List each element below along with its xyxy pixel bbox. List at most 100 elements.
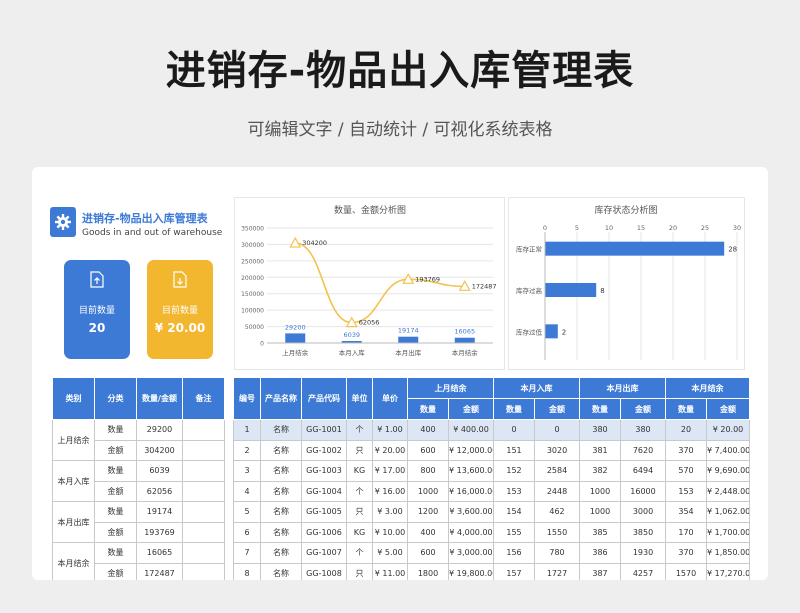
- note-cell[interactable]: [182, 521, 225, 543]
- table-cell[interactable]: ¥ 19,800.00: [448, 562, 494, 580]
- table-cell[interactable]: KG: [346, 460, 373, 482]
- table-cell[interactable]: ¥ 2,448.00: [706, 480, 750, 502]
- table-cell[interactable]: 2584: [534, 460, 580, 482]
- table-cell[interactable]: 152: [493, 460, 535, 482]
- table-cell[interactable]: 7620: [620, 439, 666, 461]
- table-row[interactable]: 4 名称 GG-1004 个 ¥ 16.00 1000 ¥ 16,000.00 153 2448…: [233, 480, 750, 502]
- table-cell[interactable]: ¥ 1,850.00: [706, 542, 750, 564]
- table-cell[interactable]: 名称: [260, 501, 302, 523]
- table-cell[interactable]: 6494: [620, 460, 666, 482]
- table-cell[interactable]: 名称: [260, 521, 302, 543]
- table-row[interactable]: 5 名称 GG-1005 只 ¥ 3.00 1200 ¥ 3,600.00 154 462 100…: [233, 501, 750, 523]
- table-cell[interactable]: ¥ 3,600.00: [448, 501, 494, 523]
- table-cell[interactable]: 354: [665, 501, 707, 523]
- table-cell[interactable]: 1000: [407, 480, 449, 502]
- table-cell[interactable]: ¥ 7,400.00: [706, 439, 750, 461]
- table-cell[interactable]: ¥ 10.00: [372, 521, 408, 543]
- table-cell[interactable]: ¥ 5.00: [372, 542, 408, 564]
- table-cell[interactable]: GG-1006: [301, 521, 347, 543]
- table-row[interactable]: 3 名称 GG-1003 KG ¥ 17.00 800 ¥ 13,600.00 152 2584…: [233, 460, 750, 482]
- table-cell[interactable]: 个: [346, 542, 373, 564]
- table-cell[interactable]: 380: [620, 419, 666, 441]
- table-cell[interactable]: GG-1005: [301, 501, 347, 523]
- table-cell[interactable]: 4: [233, 480, 261, 502]
- table-cell[interactable]: 386: [579, 542, 621, 564]
- table-cell[interactable]: 570: [665, 460, 707, 482]
- table-cell[interactable]: 1727: [534, 562, 580, 580]
- table-cell[interactable]: 0: [534, 419, 580, 441]
- table-cell[interactable]: 1930: [620, 542, 666, 564]
- table-row[interactable]: 6 名称 GG-1006 KG ¥ 10.00 400 ¥ 4,000.00 155 1550 3…: [233, 521, 750, 543]
- note-cell[interactable]: [182, 419, 225, 441]
- table-cell[interactable]: 2448: [534, 480, 580, 502]
- table-cell[interactable]: ¥ 11.00: [372, 562, 408, 580]
- table-cell[interactable]: 1550: [534, 521, 580, 543]
- table-cell[interactable]: ¥ 17,270.00: [706, 562, 750, 580]
- table-cell[interactable]: 3020: [534, 439, 580, 461]
- table-cell[interactable]: GG-1007: [301, 542, 347, 564]
- table-cell[interactable]: 387: [579, 562, 621, 580]
- table-cell[interactable]: 7: [233, 542, 261, 564]
- table-cell[interactable]: 1000: [579, 480, 621, 502]
- table-cell[interactable]: GG-1003: [301, 460, 347, 482]
- table-cell[interactable]: 151: [493, 439, 535, 461]
- table-cell[interactable]: 170: [665, 521, 707, 543]
- table-cell[interactable]: ¥ 17.00: [372, 460, 408, 482]
- table-cell[interactable]: ¥ 1,700.00: [706, 521, 750, 543]
- table-cell[interactable]: ¥ 13,600.00: [448, 460, 494, 482]
- table-cell[interactable]: GG-1001: [301, 419, 347, 441]
- table-cell[interactable]: 381: [579, 439, 621, 461]
- table-cell[interactable]: 382: [579, 460, 621, 482]
- table-cell[interactable]: 153: [665, 480, 707, 502]
- table-cell[interactable]: 个: [346, 480, 373, 502]
- table-cell[interactable]: ¥ 3.00: [372, 501, 408, 523]
- table-cell[interactable]: 600: [407, 542, 449, 564]
- table-cell[interactable]: 1200: [407, 501, 449, 523]
- table-cell[interactable]: 400: [407, 419, 449, 441]
- table-cell[interactable]: 20: [665, 419, 707, 441]
- table-cell[interactable]: 名称: [260, 562, 302, 580]
- note-cell[interactable]: [182, 460, 225, 482]
- table-row[interactable]: 2 名称 GG-1002 只 ¥ 20.00 600 ¥ 12,000.00 151 3020 3…: [233, 439, 750, 461]
- table-cell[interactable]: ¥ 3,000.00: [448, 542, 494, 564]
- table-cell[interactable]: 400: [407, 521, 449, 543]
- table-cell[interactable]: 2: [233, 439, 261, 461]
- table-row[interactable]: 1 名称 GG-1001 个 ¥ 1.00 400 ¥ 400.00 0 0 380 380 20 ¥ …: [233, 419, 750, 441]
- note-cell[interactable]: [182, 542, 225, 564]
- table-cell[interactable]: ¥ 9,690.00: [706, 460, 750, 482]
- table-cell[interactable]: ¥ 1.00: [372, 419, 408, 441]
- table-cell[interactable]: 462: [534, 501, 580, 523]
- table-cell[interactable]: ¥ 16,000.00: [448, 480, 494, 502]
- table-cell[interactable]: 370: [665, 439, 707, 461]
- table-cell[interactable]: 5: [233, 501, 261, 523]
- table-cell[interactable]: 156: [493, 542, 535, 564]
- table-cell[interactable]: 只: [346, 439, 373, 461]
- table-cell[interactable]: ¥ 16.00: [372, 480, 408, 502]
- table-cell[interactable]: GG-1004: [301, 480, 347, 502]
- table-cell[interactable]: 名称: [260, 542, 302, 564]
- table-cell[interactable]: 3: [233, 460, 261, 482]
- table-cell[interactable]: 6: [233, 521, 261, 543]
- table-cell[interactable]: 157: [493, 562, 535, 580]
- table-cell[interactable]: ¥ 400.00: [448, 419, 494, 441]
- table-cell[interactable]: ¥ 12,000.00: [448, 439, 494, 461]
- note-cell[interactable]: [182, 439, 225, 461]
- table-cell[interactable]: 1: [233, 419, 261, 441]
- table-cell[interactable]: 名称: [260, 480, 302, 502]
- table-cell[interactable]: 1800: [407, 562, 449, 580]
- table-cell[interactable]: 385: [579, 521, 621, 543]
- table-cell[interactable]: 1570: [665, 562, 707, 580]
- table-cell[interactable]: 153: [493, 480, 535, 502]
- table-cell[interactable]: 780: [534, 542, 580, 564]
- table-cell[interactable]: 只: [346, 501, 373, 523]
- table-cell[interactable]: ¥ 4,000.00: [448, 521, 494, 543]
- table-cell[interactable]: 16000: [620, 480, 666, 502]
- table-cell[interactable]: 名称: [260, 419, 302, 441]
- table-cell[interactable]: 名称: [260, 460, 302, 482]
- table-cell[interactable]: ¥ 1,062.00: [706, 501, 750, 523]
- table-cell[interactable]: 155: [493, 521, 535, 543]
- table-cell[interactable]: 0: [493, 419, 535, 441]
- table-cell[interactable]: 名称: [260, 439, 302, 461]
- note-cell[interactable]: [182, 480, 225, 502]
- table-row[interactable]: 8 名称 GG-1008 只 ¥ 11.00 1800 ¥ 19,800.00 157 1727…: [233, 562, 750, 580]
